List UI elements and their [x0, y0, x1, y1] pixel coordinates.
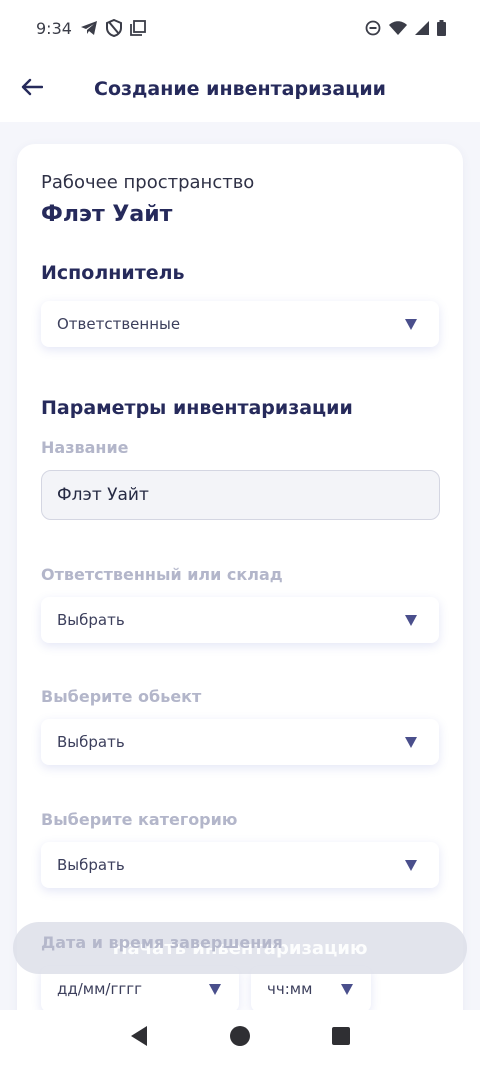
nav-home-button[interactable]: [220, 1018, 260, 1058]
workspace-name: Флэт Уайт: [41, 202, 173, 227]
status-right: [365, 20, 446, 36]
time-placeholder: чч:мм: [267, 980, 313, 998]
executor-select-value: Ответственные: [57, 315, 181, 333]
nav-recents-button[interactable]: [321, 1018, 361, 1058]
status-left: 9:34: [36, 19, 146, 38]
caret-down-icon: [405, 614, 417, 626]
caret-down-icon: [341, 983, 353, 995]
executor-title: Исполнитель: [41, 262, 185, 284]
status-time: 9:34: [36, 18, 72, 38]
params-title: Параметры инвентаризации: [41, 397, 353, 419]
page-title: Создание инвентаризации: [94, 78, 386, 100]
copy-icon: [130, 20, 146, 36]
category-select[interactable]: Выбрать: [41, 842, 439, 888]
system-nav-bar: [0, 1010, 480, 1066]
object-select[interactable]: Выбрать: [41, 719, 439, 765]
date-placeholder: дд/мм/гггг: [57, 980, 143, 998]
home-circle-icon: [229, 1025, 251, 1051]
datetime-label: Дата и время завершения: [41, 933, 283, 952]
telegram-icon: [80, 20, 98, 36]
shield-icon: [105, 19, 122, 37]
object-select-value: Выбрать: [57, 733, 125, 751]
form-card: Рабочее пространство Флэт Уайт Исполните…: [17, 144, 463, 1044]
back-triangle-icon: [129, 1025, 149, 1051]
app-bar: Создание инвентаризации: [0, 56, 480, 122]
status-bar: 9:34: [0, 0, 480, 56]
object-label: Выберите обьект: [41, 687, 202, 706]
arrow-left-icon: [21, 78, 44, 100]
back-button[interactable]: [18, 75, 46, 103]
caret-down-icon: [405, 736, 417, 748]
signal-icon: [415, 21, 429, 35]
recents-square-icon: [331, 1026, 351, 1050]
executor-select[interactable]: Ответственные: [41, 301, 439, 347]
responsible-select-value: Выбрать: [57, 611, 125, 629]
name-label: Название: [41, 438, 129, 457]
battery-icon: [437, 20, 446, 36]
caret-down-icon: [405, 318, 417, 330]
caret-down-icon: [209, 983, 221, 995]
nav-back-button[interactable]: [119, 1018, 159, 1058]
category-select-value: Выбрать: [57, 856, 125, 874]
screen: 9:34 Создание инвентаризации Рабочее про…: [0, 0, 480, 1066]
category-label: Выберите категорию: [41, 810, 238, 829]
responsible-select[interactable]: Выбрать: [41, 597, 439, 643]
caret-down-icon: [405, 859, 417, 871]
do-not-disturb-icon: [365, 20, 381, 36]
name-input[interactable]: [41, 470, 440, 520]
wifi-icon: [389, 21, 407, 35]
responsible-label: Ответственный или склад: [41, 565, 283, 584]
workspace-label: Рабочее пространство: [41, 172, 255, 193]
